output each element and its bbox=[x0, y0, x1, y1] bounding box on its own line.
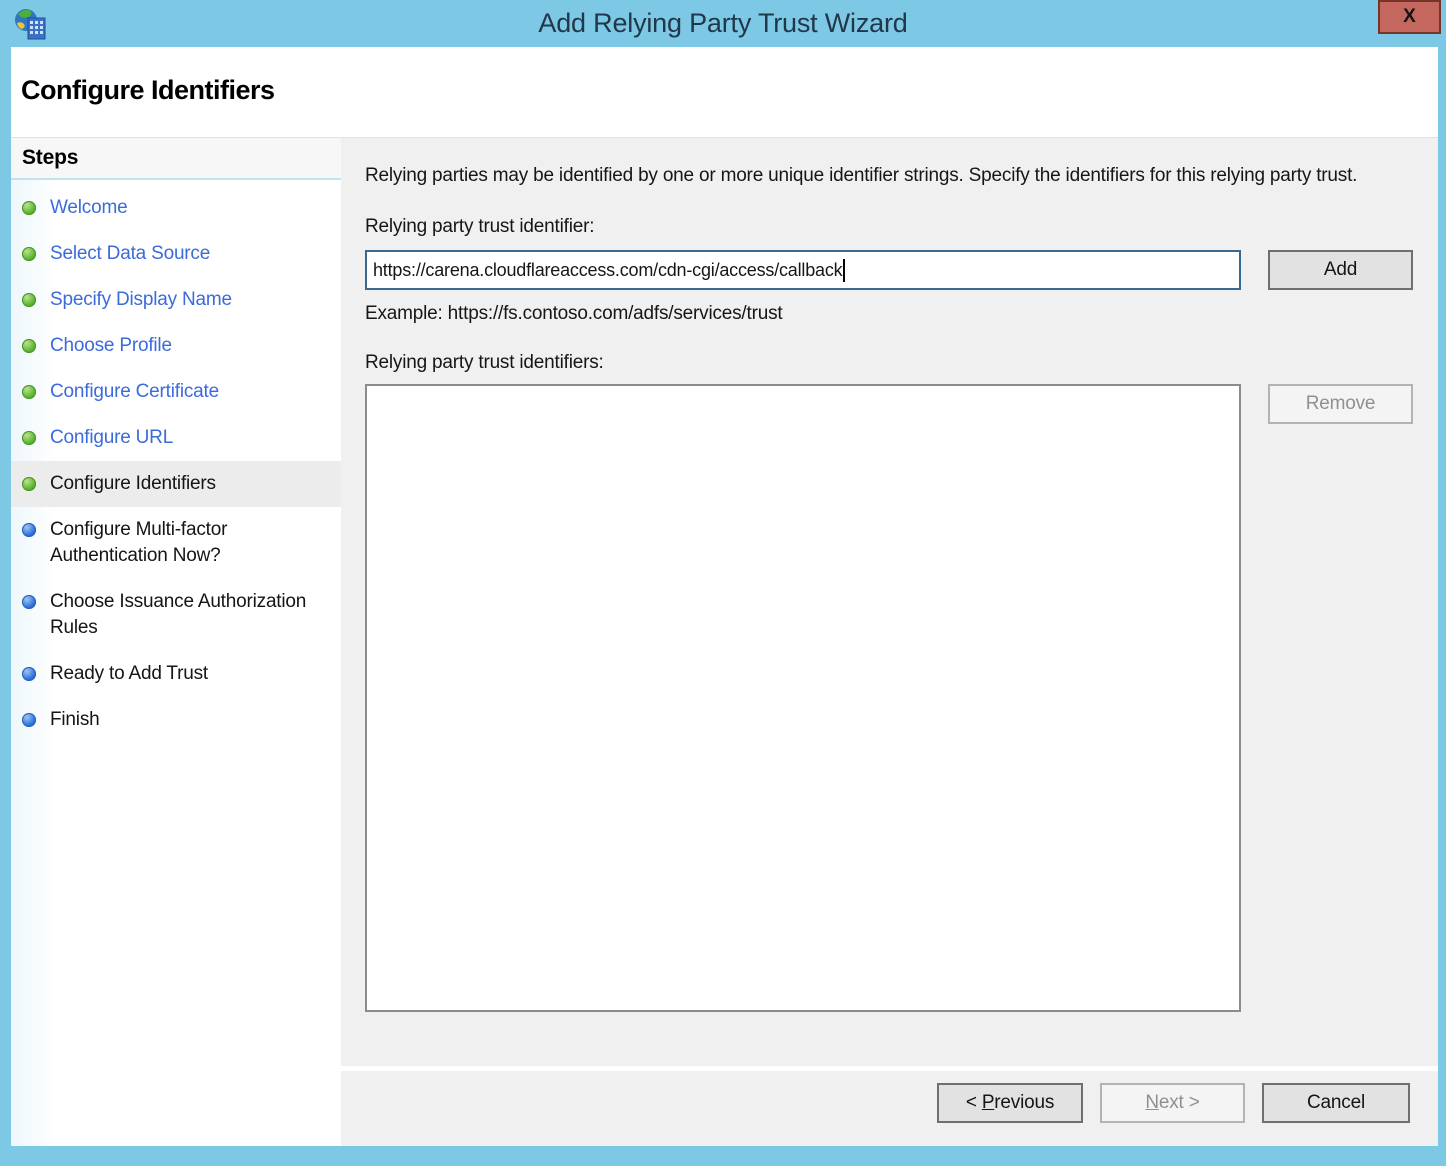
identifier-input-value: https://carena.cloudflareaccess.com/cdn-… bbox=[373, 260, 842, 281]
step-complete-bullet-icon bbox=[22, 385, 36, 399]
wizard-footer: < Previous Next > Cancel bbox=[341, 1071, 1438, 1146]
remove-button[interactable]: Remove bbox=[1268, 384, 1413, 424]
title-bar: Add Relying Party Trust Wizard X bbox=[0, 0, 1446, 47]
page-header: Configure Identifiers bbox=[11, 47, 1438, 137]
step-label: Select Data Source bbox=[50, 241, 210, 267]
close-button[interactable]: X bbox=[1378, 0, 1441, 34]
steps-sidebar: Steps Welcome Select Data Source Specify D… bbox=[11, 138, 341, 1146]
step-item-welcome[interactable]: Welcome bbox=[11, 185, 341, 231]
step-item-choose-issuance-authorization-rules: Choose Issuance Authorization Rules bbox=[11, 579, 341, 651]
step-complete-bullet-icon bbox=[22, 247, 36, 261]
step-item-configure-url[interactable]: Configure URL bbox=[11, 415, 341, 461]
intro-text: Relying parties may be identified by one… bbox=[365, 162, 1395, 189]
step-label: Specify Display Name bbox=[50, 287, 232, 313]
step-pending-bullet-icon bbox=[22, 523, 36, 537]
identifiers-listbox[interactable] bbox=[365, 384, 1241, 1012]
step-complete-bullet-icon bbox=[22, 431, 36, 445]
previous-button[interactable]: < Previous bbox=[937, 1083, 1083, 1123]
step-label: Choose Issuance Authorization Rules bbox=[50, 589, 333, 641]
step-label: Configure Multi-factor Authentication No… bbox=[50, 517, 333, 569]
step-item-finish: Finish bbox=[11, 697, 341, 743]
step-complete-bullet-icon bbox=[22, 339, 36, 353]
page-content: Relying parties may be identified by one… bbox=[341, 138, 1438, 1066]
step-item-configure-certificate[interactable]: Configure Certificate bbox=[11, 369, 341, 415]
next-button[interactable]: Next > bbox=[1100, 1083, 1245, 1123]
step-item-configure-identifiers: Configure Identifiers bbox=[11, 461, 341, 507]
steps-list: Welcome Select Data Source Specify Display… bbox=[11, 180, 341, 743]
step-complete-bullet-icon bbox=[22, 477, 36, 491]
wizard-window: Configure Identifiers Steps Welcome Selec… bbox=[11, 47, 1438, 1146]
step-label: Finish bbox=[50, 707, 99, 733]
step-pending-bullet-icon bbox=[22, 595, 36, 609]
cancel-button[interactable]: Cancel bbox=[1262, 1083, 1410, 1123]
identifier-input[interactable]: https://carena.cloudflareaccess.com/cdn-… bbox=[365, 250, 1241, 290]
step-complete-bullet-icon bbox=[22, 201, 36, 215]
text-caret bbox=[843, 259, 845, 282]
step-label: Configure Identifiers bbox=[50, 471, 216, 497]
step-pending-bullet-icon bbox=[22, 667, 36, 681]
step-item-configure-multi-factor-authentication-now: Configure Multi-factor Authentication No… bbox=[11, 507, 341, 579]
step-item-choose-profile[interactable]: Choose Profile bbox=[11, 323, 341, 369]
window-title: Add Relying Party Trust Wizard bbox=[0, 8, 1446, 39]
step-item-specify-display-name[interactable]: Specify Display Name bbox=[11, 277, 341, 323]
step-pending-bullet-icon bbox=[22, 713, 36, 727]
identifiers-list-label: Relying party trust identifiers: bbox=[365, 349, 1413, 376]
step-complete-bullet-icon bbox=[22, 293, 36, 307]
page-title: Configure Identifiers bbox=[11, 47, 1438, 106]
add-button[interactable]: Add bbox=[1268, 250, 1413, 290]
step-item-ready-to-add-trust: Ready to Add Trust bbox=[11, 651, 341, 697]
example-text: Example: https://fs.contoso.com/adfs/ser… bbox=[365, 300, 1413, 327]
close-icon: X bbox=[1403, 6, 1416, 28]
step-label: Choose Profile bbox=[50, 333, 172, 359]
step-label: Welcome bbox=[50, 195, 127, 221]
step-label: Configure URL bbox=[50, 425, 173, 451]
step-label: Configure Certificate bbox=[50, 379, 219, 405]
identifier-label: Relying party trust identifier: bbox=[365, 213, 1413, 240]
step-item-select-data-source[interactable]: Select Data Source bbox=[11, 231, 341, 277]
steps-heading: Steps bbox=[11, 138, 341, 180]
step-label: Ready to Add Trust bbox=[50, 661, 208, 687]
